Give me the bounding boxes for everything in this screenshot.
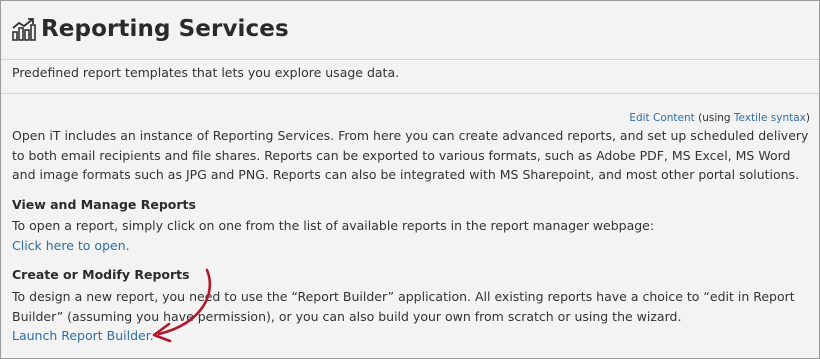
view-manage-section: To open a report, simply click on one fr… xyxy=(12,216,812,255)
launch-report-builder-link[interactable]: Launch Report Builder. xyxy=(12,328,154,343)
edit-content-line: Edit Content (using Textile syntax) xyxy=(629,112,810,124)
edit-content-link[interactable]: Edit Content xyxy=(629,112,694,124)
page-header: Reporting Services xyxy=(1,1,819,60)
divider xyxy=(1,93,819,94)
content-panel: Reporting Services Predefined report tem… xyxy=(0,0,820,359)
red-arrow-annotation xyxy=(152,268,212,343)
chart-growth-icon xyxy=(12,18,36,41)
intro-paragraph: Open iT includes an instance of Reportin… xyxy=(12,128,809,182)
create-modify-text: To design a new report, you need to use … xyxy=(12,289,795,324)
create-modify-section: To design a new report, you need to use … xyxy=(12,287,812,346)
page-title: Reporting Services xyxy=(41,16,289,42)
view-manage-text: To open a report, simply click on one fr… xyxy=(12,218,655,233)
edit-pre: (using xyxy=(698,112,734,124)
textile-syntax-link[interactable]: Textile syntax xyxy=(734,112,806,124)
view-manage-heading: View and Manage Reports xyxy=(12,197,196,212)
edit-post: ) xyxy=(805,112,810,124)
open-reports-link[interactable]: Click here to open. xyxy=(12,238,130,253)
page-subtitle: Predefined report templates that lets yo… xyxy=(12,65,400,80)
